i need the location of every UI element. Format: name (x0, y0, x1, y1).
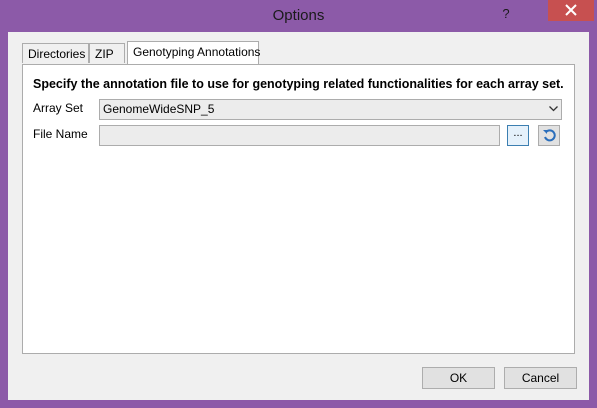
cancel-button[interactable]: Cancel (504, 367, 577, 389)
tab-genotyping-annotations[interactable]: Genotyping Annotations (127, 41, 260, 64)
dialog-body: Directories ZIP Genotyping Annotations S… (8, 32, 589, 400)
ok-button[interactable]: OK (422, 367, 495, 389)
reset-button[interactable] (538, 125, 560, 146)
close-icon (565, 4, 577, 16)
tab-zip[interactable]: ZIP (89, 43, 125, 63)
array-set-value: GenomeWideSNP_5 (103, 102, 215, 116)
array-set-label: Array Set (33, 101, 84, 115)
panel-heading: Specify the annotation file to use for g… (33, 77, 564, 91)
browse-button[interactable]: ... (507, 125, 529, 146)
tab-directories[interactable]: Directories (22, 43, 89, 63)
options-dialog: Options ? Directories ZIP Genotyping Ann… (0, 0, 597, 408)
help-button[interactable]: ? (490, 4, 522, 24)
file-name-label: File Name (33, 127, 88, 141)
file-name-field[interactable] (99, 125, 500, 146)
undo-icon (543, 129, 556, 142)
genotyping-annotations-panel: Specify the annotation file to use for g… (22, 64, 575, 354)
chevron-down-icon (549, 106, 558, 112)
close-button[interactable] (548, 0, 594, 21)
title-bar[interactable]: Options ? (0, 0, 597, 32)
array-set-dropdown[interactable]: GenomeWideSNP_5 (99, 99, 562, 120)
